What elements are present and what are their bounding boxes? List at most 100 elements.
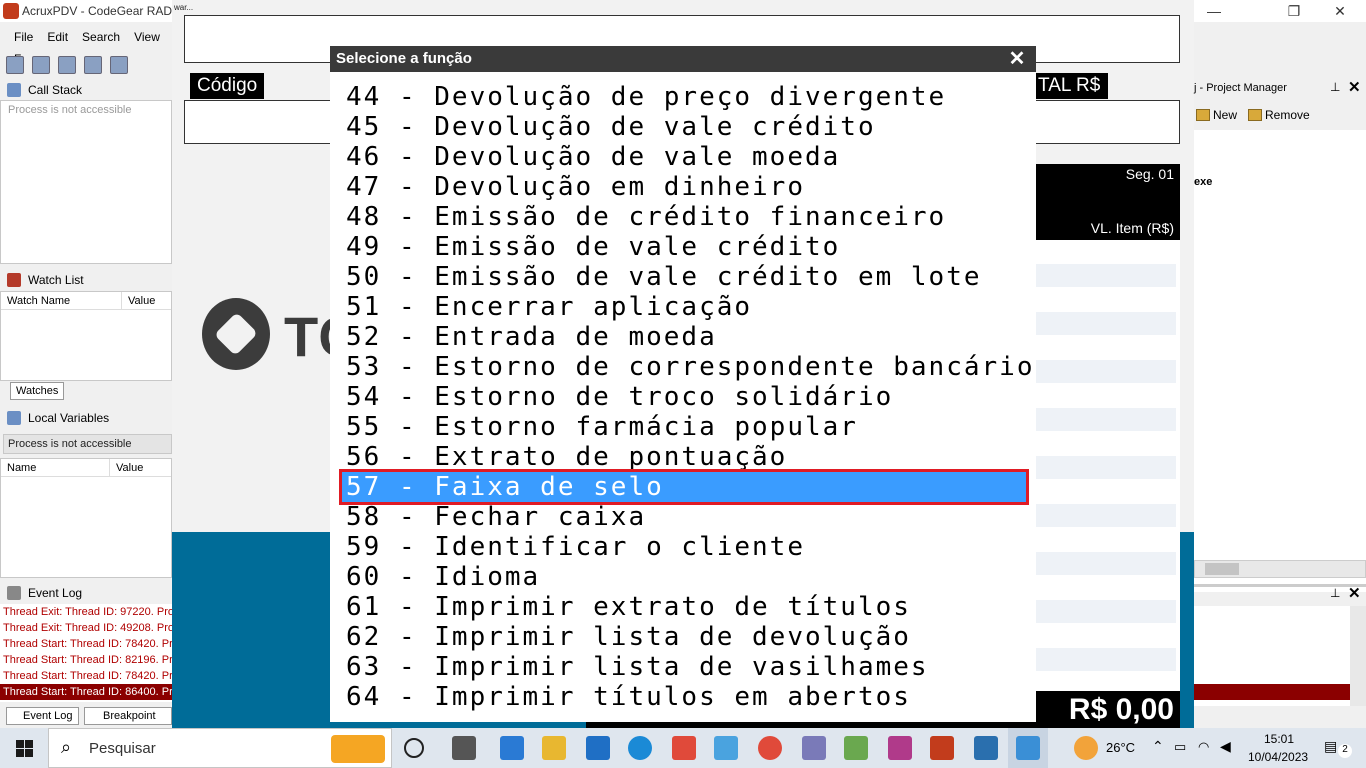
function-item[interactable]: 58 - Fechar caixa: [342, 502, 1026, 532]
new-button[interactable]: New: [1196, 108, 1237, 122]
function-item[interactable]: 49 - Emissão de vale crédito: [342, 232, 1026, 262]
function-item[interactable]: 54 - Estorno de troco solidário: [342, 382, 1026, 412]
vertical-scrollbar[interactable]: [1350, 606, 1366, 706]
function-item[interactable]: 48 - Emissão de crédito financeiro: [342, 202, 1026, 232]
items-panel: Seg. 01 VL. Item (R$): [1036, 164, 1180, 728]
local-value-column[interactable]: Value: [109, 459, 143, 477]
mail-icon[interactable]: [586, 736, 610, 760]
ide-toolbar: [0, 52, 172, 78]
weather-icon[interactable]: [1074, 736, 1098, 760]
minimize-icon[interactable]: —: [1194, 2, 1234, 20]
menu-file[interactable]: File: [14, 26, 33, 48]
new-file-icon[interactable]: [6, 56, 24, 74]
tab-breakpoint-list[interactable]: Breakpoint List: [84, 707, 172, 739]
save-icon[interactable]: [58, 56, 76, 74]
function-item[interactable]: 46 - Devolução de vale moeda: [342, 142, 1026, 172]
function-item[interactable]: 52 - Entrada de moeda: [342, 322, 1026, 352]
tab-event-log[interactable]: Event Log: [6, 707, 79, 725]
close-panel-icon-2[interactable]: ✕: [1348, 584, 1361, 602]
add-icon[interactable]: [84, 56, 102, 74]
function-item-selected[interactable]: 57 - Faixa de selo: [339, 469, 1029, 505]
dialog-close-icon[interactable]: ✕: [1006, 48, 1028, 70]
watch-list-header: Watch List: [0, 270, 172, 290]
chevron-up-icon[interactable]: ⌃: [1152, 738, 1164, 755]
project-exe-item[interactable]: exe: [1194, 176, 1212, 188]
temperature[interactable]: 26°C: [1106, 740, 1135, 755]
settings-app-icon[interactable]: [888, 736, 912, 760]
search-icon: ⌕: [61, 737, 72, 757]
edge-icon[interactable]: [628, 736, 652, 760]
function-item[interactable]: 64 - Imprimir títulos em abertos: [342, 682, 1026, 712]
volume-icon[interactable]: ◀: [1220, 738, 1231, 755]
function-item[interactable]: 45 - Devolução de vale crédito: [342, 112, 1026, 142]
function-item[interactable]: 47 - Devolução em dinheiro: [342, 172, 1026, 202]
close-panel-icon[interactable]: ✕: [1348, 78, 1361, 96]
watch-name-column[interactable]: Watch Name: [7, 295, 70, 307]
pin-icon[interactable]: ⊥: [1330, 80, 1340, 94]
tab-watches[interactable]: Watches: [10, 382, 65, 400]
event-log-line: Thread Exit: Thread ID: 97220. Pro: [3, 606, 172, 618]
clock-date[interactable]: 10/04/2023: [1248, 750, 1308, 764]
chrome-icon[interactable]: [758, 736, 782, 760]
menu-edit[interactable]: Edit: [47, 26, 68, 48]
totvs-logo-inner: [214, 312, 258, 356]
total-value: R$ 0,00: [1068, 693, 1174, 726]
function-item[interactable]: 50 - Emissão de vale crédito em lote: [342, 262, 1026, 292]
maximize-icon[interactable]: ❐: [1274, 2, 1314, 20]
function-item[interactable]: 59 - Identificar o cliente: [342, 532, 1026, 562]
search-highlight-icon: [331, 735, 385, 763]
pin-icon-2[interactable]: ⊥: [1330, 586, 1340, 600]
item-row: [1036, 312, 1176, 335]
chart-app-icon[interactable]: [844, 736, 868, 760]
task-view-icon[interactable]: [452, 736, 476, 760]
item-row: [1036, 600, 1176, 623]
function-item[interactable]: 55 - Estorno farmácia popular: [342, 412, 1026, 442]
menu-search[interactable]: Search: [82, 26, 120, 48]
vscode-icon[interactable]: [500, 736, 524, 760]
total-label: TAL R$: [1036, 73, 1108, 99]
local-name-column[interactable]: Name: [7, 462, 36, 474]
watch-value-column[interactable]: Value: [121, 292, 155, 310]
function-item[interactable]: 63 - Imprimir lista de vasilhames: [342, 652, 1026, 682]
function-item[interactable]: 62 - Imprimir lista de devolução: [342, 622, 1026, 652]
start-button[interactable]: [0, 728, 48, 768]
function-item[interactable]: 51 - Encerrar aplicação: [342, 292, 1026, 322]
event-log-panel: Thread Exit: Thread ID: 97220. Pro Threa…: [0, 604, 172, 702]
function-item[interactable]: 44 - Devolução de preço divergente: [342, 82, 1026, 112]
open-icon[interactable]: [32, 56, 50, 74]
taskbar-search[interactable]: ⌕ Pesquisar: [48, 728, 392, 768]
function-select-dialog: Selecione a função ✕ 44 - Devolução de p…: [330, 46, 1036, 722]
store-icon[interactable]: [672, 736, 696, 760]
photos-icon[interactable]: [974, 736, 998, 760]
app-icon[interactable]: [714, 736, 738, 760]
project-icon[interactable]: [110, 56, 128, 74]
new-icon: [1196, 109, 1210, 121]
call-stack-title: Call Stack: [28, 83, 83, 97]
battery-icon[interactable]: ▭: [1174, 739, 1186, 755]
close-window-icon[interactable]: ✕: [1320, 2, 1360, 20]
selected-output-line[interactable]: [1194, 684, 1350, 700]
remove-button[interactable]: Remove: [1248, 108, 1310, 122]
function-item[interactable]: 53 - Estorno de correspondente bancário: [342, 352, 1032, 382]
function-item[interactable]: 56 - Extrato de pontuação: [342, 442, 1026, 472]
scroll-thumb[interactable]: [1205, 563, 1239, 575]
function-item[interactable]: 60 - Idioma: [342, 562, 1026, 592]
function-item[interactable]: 61 - Imprimir extrato de títulos: [342, 592, 1026, 622]
cortana-icon[interactable]: [404, 738, 424, 758]
notification-icon[interactable]: ▤: [1324, 738, 1337, 755]
watch-list-panel: Watch Name Value: [0, 291, 172, 381]
event-log-line: Thread Start: Thread ID: 82196. Pr: [3, 654, 172, 666]
rad-studio-icon[interactable]: [930, 736, 954, 760]
menu-view[interactable]: View: [134, 26, 160, 48]
search-placeholder: Pesquisar: [89, 740, 156, 757]
local-vars-icon: [7, 411, 21, 425]
file-explorer-icon[interactable]: [542, 736, 566, 760]
event-log-title: Event Log: [28, 586, 83, 600]
event-log-line-selected[interactable]: Thread Start: Thread ID: 86400. Pr: [0, 684, 172, 700]
horizontal-scrollbar[interactable]: [1194, 560, 1366, 578]
dolphin-icon[interactable]: [802, 736, 826, 760]
pdv-cart-icon[interactable]: [1016, 736, 1040, 760]
clock-time[interactable]: 15:01: [1264, 732, 1294, 746]
wifi-icon[interactable]: ◠: [1198, 739, 1209, 755]
dialog-title: Selecione a função: [330, 46, 1036, 72]
